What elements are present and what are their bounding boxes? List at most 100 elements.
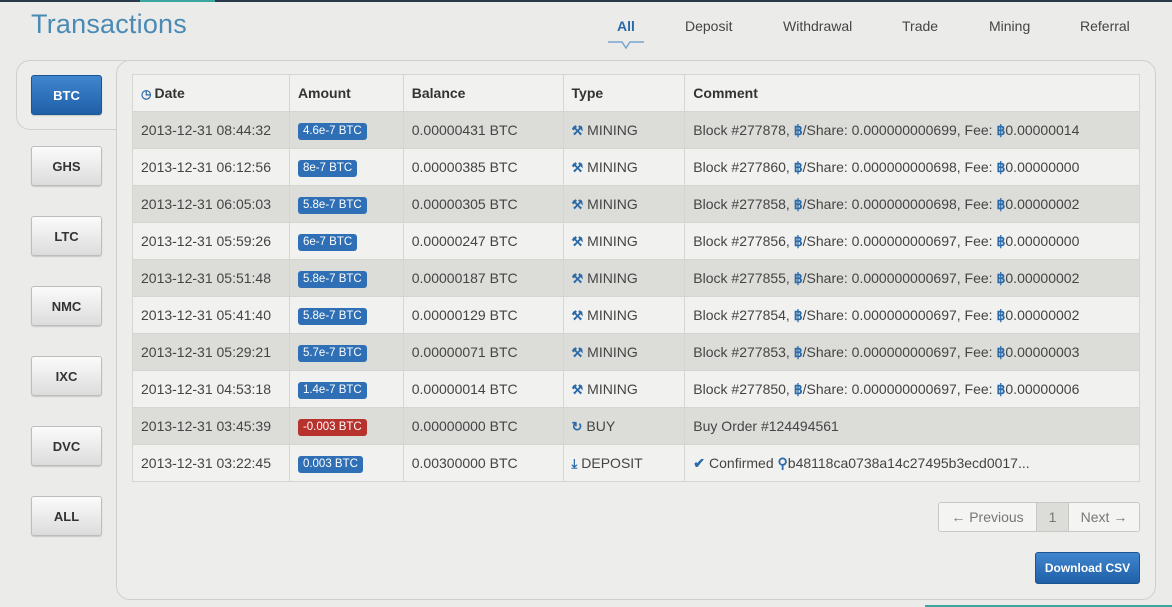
page-number-button[interactable]: 1 <box>1037 503 1069 531</box>
balance-cell: 0.00000247 BTC <box>402 222 564 260</box>
column-header-balance[interactable]: Balance <box>402 74 564 112</box>
page-title: Transactions <box>31 9 187 39</box>
currency-all-button[interactable]: ALL <box>31 496 102 536</box>
bitcoin-icon: ฿ <box>793 195 803 212</box>
block-text[interactable]: Block #277878, <box>693 122 790 138</box>
amount-cell: 5.7e-7 BTC <box>288 333 404 371</box>
block-text[interactable]: Block #277853, <box>693 344 790 360</box>
comment-cell: Block #277878, ฿/Share: 0.000000000699, … <box>684 111 1140 149</box>
table-row: 2013-12-31 06:12:56 8e-7 BTC 0.00000385 BT… <box>132 148 1140 186</box>
balance-cell: 0.00000000 BTC <box>402 407 564 445</box>
tab-deposit[interactable]: Deposit <box>685 18 732 34</box>
fee-value: 0.00000002 <box>1005 269 1080 286</box>
tab-withdrawal[interactable]: Withdrawal <box>783 18 852 34</box>
date-cell: 2013-12-31 04:53:18 <box>132 370 290 408</box>
amount-badge: 5.8e-7 BTC <box>297 307 367 325</box>
type-label: MINING <box>587 121 638 138</box>
block-text[interactable]: Block #277860, <box>693 159 790 175</box>
block-text[interactable]: Block #277855, <box>693 270 790 286</box>
amount-cell: 5.8e-7 BTC <box>288 259 404 297</box>
currency-ghs-button[interactable]: GHS <box>31 146 102 186</box>
balance-cell: 0.00000385 BTC <box>402 148 564 186</box>
search-icon: ⚲ <box>777 454 788 471</box>
fee-value: 0.00000002 <box>1005 195 1080 212</box>
column-header-amount[interactable]: Amount <box>288 74 404 112</box>
comment-cell: Block #277855, ฿/Share: 0.000000000697, … <box>684 259 1140 297</box>
date-cell: 2013-12-31 05:59:26 <box>132 222 290 260</box>
type-cell: ⚒ MINING <box>562 222 686 260</box>
tab-all[interactable]: All <box>617 18 635 34</box>
confirmed-text: Confirmed <box>709 454 774 471</box>
previous-page-button[interactable]: ← Previous <box>939 503 1037 531</box>
type-label: MINING <box>587 343 638 360</box>
amount-badge: 8e-7 BTC <box>297 159 358 177</box>
balance-cell: 0.00000305 BTC <box>402 185 564 223</box>
currency-ixc-button[interactable]: IXC <box>31 356 102 396</box>
amount-cell: 5.8e-7 BTC <box>288 296 404 334</box>
balance-cell: 0.00000129 BTC <box>402 296 564 334</box>
tab-mining[interactable]: Mining <box>989 18 1030 34</box>
table-row: 2013-12-31 03:45:39 -0.003 BTC 0.00000000 … <box>132 407 1140 445</box>
column-header-date[interactable]: ◷ Date <box>132 74 290 112</box>
tab-referral[interactable]: Referral <box>1080 18 1130 34</box>
fee-value: 0.00000000 <box>1005 232 1080 249</box>
bitcoin-icon: ฿ <box>793 269 803 286</box>
tab-trade[interactable]: Trade <box>902 18 938 34</box>
type-cell: ⤓ DEPOSIT <box>562 444 686 482</box>
block-text[interactable]: Block #277850, <box>693 381 790 397</box>
type-label: MINING <box>587 195 638 212</box>
type-label: DEPOSIT <box>581 454 643 471</box>
share-text: /Share: 0.000000000697, Fee: <box>802 269 993 286</box>
active-tab-indicator <box>606 40 646 52</box>
amount-badge: 0.003 BTC <box>297 455 363 473</box>
block-text[interactable]: Block #277854, <box>693 307 790 323</box>
amount-cell: -0.003 BTC <box>288 407 404 445</box>
date-cell: 2013-12-31 03:22:45 <box>132 444 290 482</box>
comment-cell: Block #277856, ฿/Share: 0.000000000697, … <box>684 222 1140 260</box>
amount-cell: 1.4e-7 BTC <box>288 370 404 408</box>
column-header-comment[interactable]: Comment <box>684 74 1140 112</box>
block-text[interactable]: Block #277858, <box>693 196 790 212</box>
transactions-table: ◷ Date Amount Balance Type Comment 2013-1… <box>132 74 1140 482</box>
amount-badge: 5.8e-7 BTC <box>297 270 367 288</box>
date-cell: 2013-12-31 03:45:39 <box>132 407 290 445</box>
table-row: 2013-12-31 05:51:48 5.8e-7 BTC 0.00000187 … <box>132 259 1140 297</box>
table-row: 2013-12-31 03:22:45 0.003 BTC 0.00300000 B… <box>132 444 1140 482</box>
column-header-type[interactable]: Type <box>562 74 686 112</box>
next-page-button[interactable]: Next → <box>1069 503 1139 531</box>
fee-value: 0.00000003 <box>1005 343 1080 360</box>
type-label: BUY <box>586 417 616 434</box>
currency-btc-button[interactable]: BTC <box>31 75 102 115</box>
balance-cell: 0.00000431 BTC <box>402 111 564 149</box>
mining-icon: ⚒ <box>571 344 584 360</box>
pagination: ← Previous 1 Next → <box>938 502 1140 532</box>
tx-hash-link[interactable]: b48118ca0738a14c27495b3ecd0017... <box>788 455 1030 471</box>
currency-nmc-button[interactable]: NMC <box>31 286 102 326</box>
table-row: 2013-12-31 04:53:18 1.4e-7 BTC 0.00000014 … <box>132 370 1140 408</box>
amount-cell: 6e-7 BTC <box>288 222 404 260</box>
balance-cell: 0.00000014 BTC <box>402 370 564 408</box>
table-row: 2013-12-31 05:29:21 5.7e-7 BTC 0.00000071 … <box>132 333 1140 371</box>
type-cell: ⚒ MINING <box>562 148 686 186</box>
comment-cell: Block #277853, ฿/Share: 0.000000000697, … <box>684 333 1140 371</box>
table-row: 2013-12-31 06:05:03 5.8e-7 BTC 0.00000305 … <box>132 185 1140 223</box>
type-label: MINING <box>587 380 638 397</box>
amount-badge: -0.003 BTC <box>297 418 367 436</box>
block-text[interactable]: Block #277856, <box>693 233 790 249</box>
comment-cell: Block #277854, ฿/Share: 0.000000000697, … <box>684 296 1140 334</box>
bitcoin-icon: ฿ <box>793 158 803 175</box>
amount-badge: 5.7e-7 BTC <box>297 344 367 362</box>
amount-cell: 0.003 BTC <box>288 444 404 482</box>
bitcoin-icon: ฿ <box>793 380 803 397</box>
type-cell: ↻ BUY <box>562 407 686 445</box>
clock-icon: ◷ <box>141 87 152 101</box>
currency-dvc-button[interactable]: DVC <box>31 426 102 466</box>
mining-icon: ⚒ <box>571 270 584 286</box>
bitcoin-icon: ฿ <box>793 232 803 249</box>
download-csv-button[interactable]: Download CSV <box>1035 552 1140 584</box>
transactions-table-body: 2013-12-31 08:44:32 4.6e-7 BTC 0.00000431 … <box>132 111 1140 482</box>
refresh-icon: ↻ <box>571 418 583 434</box>
balance-cell: 0.00000071 BTC <box>402 333 564 371</box>
currency-ltc-button[interactable]: LTC <box>31 216 102 256</box>
share-text: /Share: 0.000000000697, Fee: <box>802 343 993 360</box>
